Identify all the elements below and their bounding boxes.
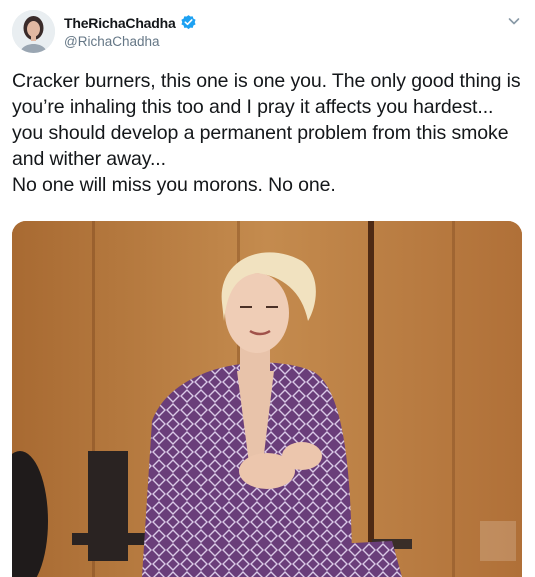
tweet-text: Cracker burners, this one is one you. Th…: [12, 70, 521, 196]
author-block: TheRichaChadha @RichaChadha: [64, 14, 197, 49]
chevron-down-icon[interactable]: [507, 14, 521, 28]
avatar[interactable]: [12, 10, 55, 53]
author-handle[interactable]: @RichaChadha: [64, 34, 197, 49]
verified-badge-icon: [180, 14, 197, 31]
author-display-name[interactable]: TheRichaChadha: [64, 15, 176, 31]
tweet-media-gif[interactable]: [12, 221, 522, 577]
tweet-card: TheRichaChadha @RichaChadha Cracker burn…: [0, 0, 535, 577]
